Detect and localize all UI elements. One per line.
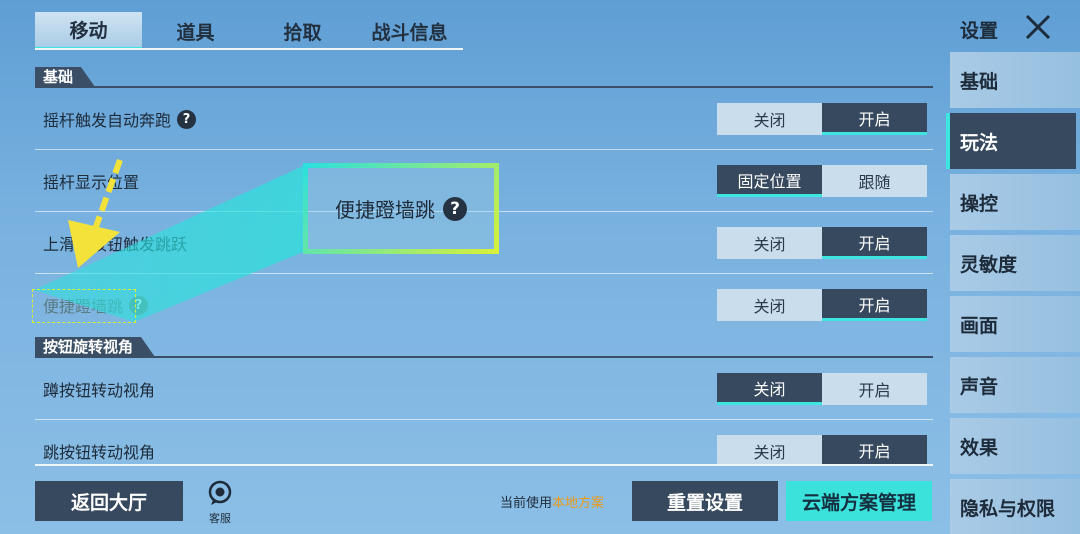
row-label-wrap: 上滑蹲按钮触发跳跃	[43, 231, 187, 255]
settings-title: 设置	[960, 20, 999, 42]
sidebar-item-privacy[interactable]: 隐私与权限	[950, 479, 1080, 534]
toggle-option-off[interactable]: 关闭	[717, 435, 822, 464]
current-scheme-prefix: 当前使用	[500, 496, 553, 511]
top-tabs: 移动 道具 拾取 战斗信息	[35, 12, 463, 50]
cloud-scheme-button[interactable]: 云端方案管理	[786, 481, 932, 521]
tab-pickup[interactable]: 拾取	[249, 12, 356, 50]
customer-service-label: 客服	[209, 512, 231, 525]
tab-move[interactable]: 移动	[35, 12, 142, 50]
toggle-option-follow[interactable]: 跟随	[822, 165, 927, 197]
section-basic-header: 基础	[35, 66, 96, 88]
toggle-auto-run: 关闭 开启	[717, 103, 927, 135]
sidebar-item-basic[interactable]: 基础	[950, 52, 1080, 108]
toggle-jump-rotate: 关闭 开启	[717, 435, 927, 464]
setting-row-crouch-rotate: 蹲按钮转动视角 关闭 开启	[35, 358, 933, 420]
close-x-icon[interactable]	[1022, 12, 1054, 42]
row-label: 跳按钮转动视角	[43, 443, 156, 462]
question-circle-icon: ?	[443, 196, 467, 221]
toggle-joystick-position: 固定位置 跟随	[717, 165, 927, 197]
callout-text: 便捷蹬墙跳	[335, 198, 435, 222]
current-scheme-name: 本地方案	[552, 496, 605, 511]
toggle-option-on[interactable]: 开启	[822, 435, 927, 464]
question-circle-icon[interactable]: ?	[177, 109, 197, 129]
row-label-wrap: 跳按钮转动视角	[43, 439, 155, 463]
setting-row-wall-jump: 便捷蹬墙跳 ? 关闭 开启	[35, 274, 933, 336]
toggle-swipe-jump: 关闭 开启	[717, 227, 927, 259]
reset-settings-button[interactable]: 重置设置	[632, 481, 778, 521]
current-scheme-text: 当前使用本地方案	[500, 492, 604, 511]
toggle-option-on[interactable]: 开启	[822, 103, 927, 135]
highlight-frame	[32, 289, 136, 323]
toggle-crouch-rotate: 关闭 开启	[717, 373, 927, 405]
setting-row-auto-run: 摇杆触发自动奔跑 ? 关闭 开启	[35, 88, 933, 150]
section-basic-label: 基础	[35, 67, 96, 87]
bottom-divider	[35, 464, 933, 466]
back-to-lobby-button[interactable]: 返回大厅	[35, 481, 183, 521]
tabs-divider	[35, 48, 463, 50]
sidebar-item-sound[interactable]: 声音	[950, 357, 1080, 413]
toggle-wall-jump: 关闭 开启	[717, 289, 927, 321]
section-rotate-header: 按钮旋转视角	[35, 336, 156, 358]
toggle-option-off[interactable]: 关闭	[717, 227, 822, 259]
row-label: 摇杆触发自动奔跑	[43, 111, 172, 130]
row-label-wrap: 摇杆显示位置	[43, 169, 139, 193]
row-label-wrap: 蹲按钮转动视角	[43, 377, 155, 401]
sidebar-item-effects[interactable]: 效果	[950, 418, 1080, 474]
toggle-option-off[interactable]: 关闭	[717, 289, 822, 321]
sidebar-item-sensitivity[interactable]: 灵敏度	[950, 235, 1080, 291]
sidebar-item-controls[interactable]: 操控	[950, 174, 1080, 230]
sidebar-item-gameplay[interactable]: 玩法	[946, 113, 1076, 169]
row-label: 摇杆显示位置	[43, 173, 140, 192]
tab-battle-info[interactable]: 战斗信息	[356, 12, 463, 50]
toggle-option-on[interactable]: 开启	[822, 373, 927, 405]
section-rotate-label: 按钮旋转视角	[35, 337, 156, 357]
row-label-wrap: 摇杆触发自动奔跑 ?	[43, 107, 197, 131]
callout-box: 便捷蹬墙跳 ?	[303, 163, 499, 254]
row-label: 蹲按钮转动视角	[43, 381, 156, 400]
toggle-option-on[interactable]: 开启	[822, 289, 927, 321]
setting-row-jump-rotate: 跳按钮转动视角 关闭 开启	[35, 420, 933, 464]
toggle-option-on[interactable]: 开启	[822, 227, 927, 259]
row-label: 上滑蹲按钮触发跳跃	[43, 235, 188, 254]
tab-items[interactable]: 道具	[142, 12, 249, 50]
toggle-option-fixed[interactable]: 固定位置	[717, 165, 822, 197]
customer-service-icon	[208, 480, 232, 505]
toggle-option-off[interactable]: 关闭	[717, 103, 822, 135]
customer-service-button[interactable]: 客服	[205, 480, 235, 526]
sidebar-item-graphics[interactable]: 画面	[950, 296, 1080, 352]
toggle-option-off[interactable]: 关闭	[717, 373, 822, 405]
